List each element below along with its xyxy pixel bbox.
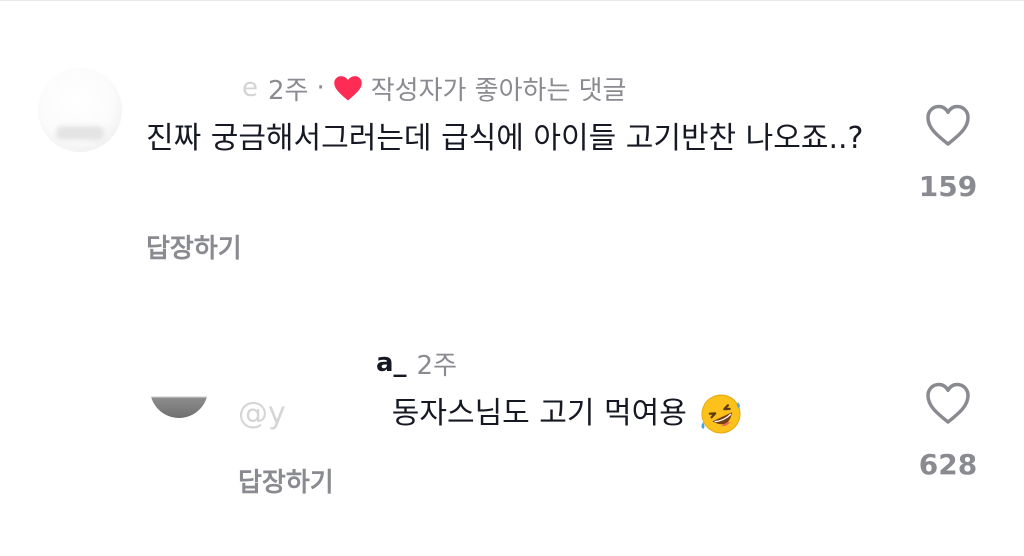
timestamp: 2주	[416, 350, 458, 381]
avatar[interactable]	[150, 360, 208, 418]
timestamp: 2주	[268, 75, 309, 106]
comment-text: @y 동자스님도 고기 먹여용	[238, 390, 858, 438]
like-count: 159	[918, 170, 978, 203]
avatar[interactable]	[38, 68, 122, 152]
separator: ·	[316, 73, 325, 103]
comment-text: 진짜 궁금해서그러는데 급식에 아이들 고기반찬 나오죠..?	[146, 121, 864, 156]
comment-body: 동자스님도 고기 먹여용	[391, 396, 687, 431]
reply-button[interactable]: 답장하기	[238, 462, 334, 499]
mention[interactable]: @y	[238, 390, 286, 438]
heart-icon	[333, 74, 363, 102]
reply-button[interactable]: 답장하기	[146, 228, 242, 265]
heart-outline-icon[interactable]	[924, 102, 972, 148]
like-count: 628	[918, 448, 978, 481]
heart-outline-icon[interactable]	[924, 380, 972, 426]
username[interactable]: a_	[376, 348, 407, 378]
like-button[interactable]: 628	[908, 380, 988, 481]
comment-meta: e 2주 · 작성자가 좋아하는 댓글	[148, 70, 626, 106]
comment-meta: a_ 2주	[238, 345, 457, 381]
rolling-on-floor-laughing-emoji-icon	[699, 392, 743, 436]
divider	[0, 0, 1024, 1]
username[interactable]: e	[242, 73, 258, 103]
creator-liked-label: 작성자가 좋아하는 댓글	[370, 75, 627, 106]
comments-panel: e 2주 · 작성자가 좋아하는 댓글 진짜 궁금해서그러는데 급식에 아이들 …	[0, 0, 1024, 556]
like-button[interactable]: 159	[908, 102, 988, 203]
